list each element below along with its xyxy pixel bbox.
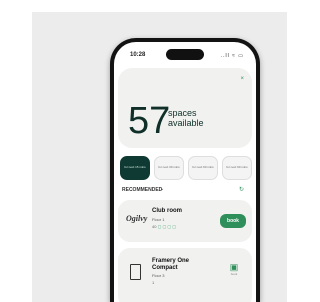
amenity-icons: ▢ ▢ ▢ ▢: [157, 224, 177, 229]
status-bar: 10:28 ..ll ≈ ▭: [114, 49, 256, 62]
signal-wifi-battery-icons: ..ll ≈ ▭: [220, 53, 244, 59]
book-button[interactable]: ▣ book: [226, 262, 242, 276]
calendar-icon: ▣: [229, 262, 239, 272]
recommended-header: RECOMMENDED ⌄ ↻: [122, 186, 248, 195]
filter-chip-90[interactable]: for next 90 mins: [222, 156, 252, 180]
room-floor: Floor 3: [152, 273, 165, 278]
capacity-value: 1: [152, 280, 155, 285]
dynamic-island: [166, 49, 204, 60]
room-floor: Floor 1: [152, 217, 165, 222]
room-name: Framery One Compact: [152, 258, 190, 271]
filter-chip-60[interactable]: for next 60 mins: [188, 156, 218, 180]
app-screen: 10:28 ..ll ≈ ▭ × 57 spaces available for…: [114, 42, 256, 302]
capacity-value: 40: [152, 224, 157, 229]
room-card[interactable]: Framery One Compact Floor 3 1 ▣ book: [118, 248, 252, 302]
filter-chip-30[interactable]: for next 30 mins: [154, 156, 184, 180]
room-name: Club room: [152, 208, 182, 214]
clock: 10:28: [130, 52, 146, 58]
available-caption: spaces available: [168, 108, 204, 128]
book-label: book: [230, 272, 238, 276]
book-button[interactable]: book: [220, 214, 246, 228]
refresh-icon[interactable]: ↻: [239, 186, 244, 193]
room-card[interactable]: Ogilvy Club room Floor 1 40 ▢ ▢ ▢ ▢ book: [118, 200, 252, 242]
filter-chip-15[interactable]: for next 15 mins: [120, 156, 150, 180]
room-logo: Ogilvy: [126, 214, 148, 223]
close-icon[interactable]: ×: [240, 76, 244, 82]
chevron-down-icon[interactable]: ⌄: [160, 186, 164, 192]
section-title: RECOMMENDED: [122, 187, 163, 193]
phone-device: 10:28 ..ll ≈ ▭ × 57 spaces available for…: [110, 38, 260, 302]
phone-booth-icon: [130, 264, 141, 280]
availability-card: × 57 spaces available: [118, 68, 252, 148]
time-filter-chips: for next 15 mins for next 30 mins for ne…: [120, 156, 252, 180]
room-meta: 40 ▢ ▢ ▢ ▢: [152, 224, 176, 229]
available-count: 57: [128, 100, 171, 142]
